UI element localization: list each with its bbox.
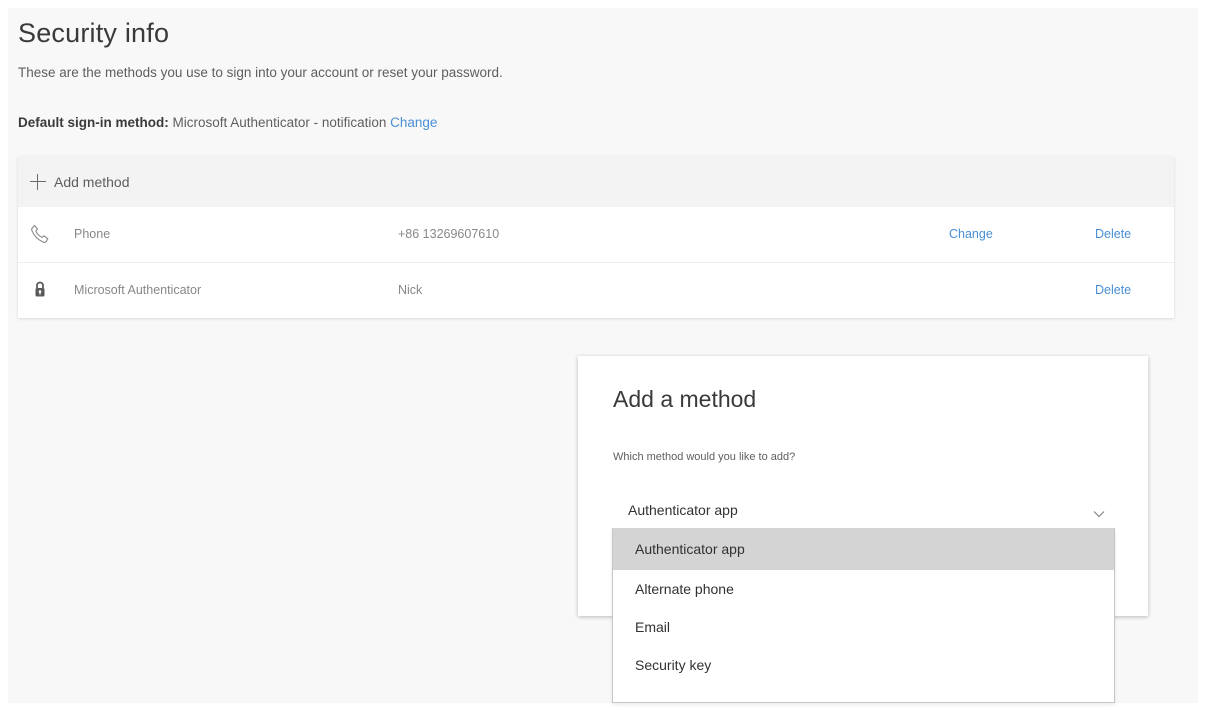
method-select[interactable]: Authenticator app [613, 494, 1113, 529]
phone-icon [30, 224, 50, 244]
delete-phone-link[interactable]: Delete [1095, 227, 1131, 241]
default-sign-in-method: Default sign-in method: Microsoft Authen… [18, 115, 437, 130]
method-value: Nick [398, 283, 423, 297]
dialog-question: Which method would you like to add? [613, 451, 796, 463]
plus-icon [30, 173, 46, 190]
method-row-phone: Phone +86 13269607610 Change Delete [18, 207, 1174, 263]
method-options-list: Authenticator app Alternate phone Email … [612, 528, 1115, 703]
selected-method: Authenticator app [628, 502, 738, 518]
delete-authenticator-link[interactable]: Delete [1095, 283, 1131, 297]
option-email[interactable]: Email [613, 608, 1114, 646]
default-method-value: Microsoft Authenticator - notification [172, 115, 387, 130]
page-subtitle: These are the methods you use to sign in… [18, 65, 503, 80]
dialog-title: Add a method [613, 386, 757, 412]
change-phone-link[interactable]: Change [949, 227, 993, 241]
option-authenticator-app[interactable]: Authenticator app [613, 528, 1114, 570]
default-method-label: Default sign-in method: [18, 115, 169, 130]
option-alternate-phone[interactable]: Alternate phone [613, 570, 1114, 608]
lock-icon [30, 280, 50, 300]
method-name: Microsoft Authenticator [74, 283, 202, 297]
method-value: +86 13269607610 [398, 227, 500, 241]
method-name: Phone [74, 227, 111, 241]
method-row-authenticator: Microsoft Authenticator Nick Delete [18, 263, 1174, 318]
chevron-down-icon [1093, 505, 1105, 518]
add-method-label: Add method [54, 173, 130, 190]
add-method-button[interactable]: Add method [18, 156, 1174, 207]
methods-list: Add method Phone +86 13269607610 Change … [18, 156, 1174, 318]
option-security-key[interactable]: Security key [613, 646, 1114, 684]
change-default-method-link[interactable]: Change [390, 115, 437, 130]
page-title: Security info [18, 18, 170, 48]
